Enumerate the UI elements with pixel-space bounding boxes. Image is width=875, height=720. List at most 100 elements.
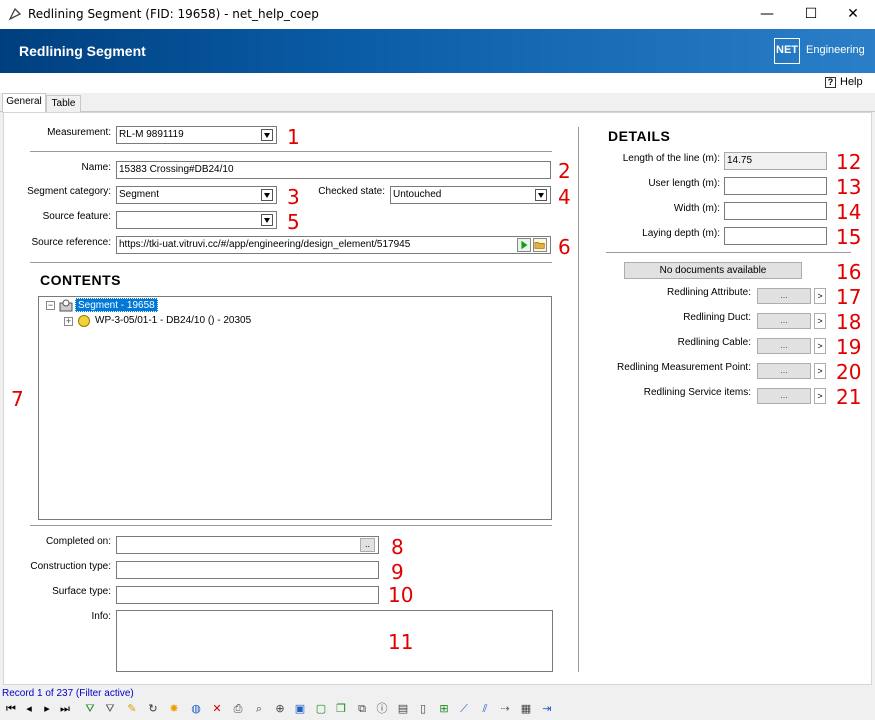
- help-bar: ? Help: [0, 73, 875, 93]
- marker-4: 4: [558, 185, 571, 209]
- segment-category-select[interactable]: Segment: [116, 186, 277, 204]
- add-object-icon[interactable]: ⊞: [436, 701, 452, 717]
- print-icon[interactable]: ⎙: [230, 701, 246, 717]
- connect-icon[interactable]: ⇢: [497, 701, 513, 717]
- chevron-down-icon[interactable]: [261, 189, 273, 201]
- date-picker-button[interactable]: ..: [360, 538, 375, 552]
- divider: [30, 525, 552, 526]
- prev-record-icon[interactable]: ◂: [21, 701, 37, 717]
- completed-on-field[interactable]: ..: [116, 536, 379, 554]
- app-icon: [8, 7, 22, 21]
- select-icon[interactable]: ▣: [292, 701, 308, 717]
- redlining-service-items-label: Redlining Service items:: [643, 387, 751, 398]
- laying-depth-field[interactable]: [724, 227, 827, 245]
- chevron-down-icon[interactable]: [535, 189, 547, 201]
- divider: [606, 252, 851, 253]
- line-tool-icon[interactable]: ⟋: [456, 701, 472, 717]
- form-header: Redlining Segment NET Engineering: [0, 29, 875, 73]
- last-record-icon[interactable]: ⏭: [57, 701, 73, 717]
- folder-icon[interactable]: [533, 238, 547, 252]
- redlining-service-items-open-button[interactable]: >: [814, 388, 826, 404]
- measurement-select[interactable]: RL-M 9891119: [116, 126, 277, 144]
- add-filter-icon[interactable]: ⛛: [82, 701, 98, 717]
- minimize-button[interactable]: —: [745, 0, 789, 29]
- redlining-measurement-point-open-button[interactable]: >: [814, 363, 826, 379]
- table-icon[interactable]: ▦: [518, 701, 534, 717]
- segment-category-label: Segment category:: [27, 186, 111, 197]
- split-icon[interactable]: ⫽: [477, 701, 493, 717]
- tree-node-work-package[interactable]: WP-3-05/01-1 - DB24/10 () - 20305: [95, 314, 251, 328]
- completed-on-label: Completed on:: [45, 536, 111, 547]
- checked-state-value: Untouched: [393, 189, 442, 200]
- info-icon[interactable]: ⓘ: [374, 701, 390, 717]
- construction-type-field[interactable]: [116, 561, 379, 579]
- redlining-service-items-button[interactable]: ...: [757, 388, 811, 404]
- contents-tree[interactable]: − Segment - 19658 + WP-3-05/01-1 - DB24/…: [38, 296, 552, 520]
- details-title: DETAILS: [608, 128, 671, 144]
- redlining-duct-open-button[interactable]: >: [814, 313, 826, 329]
- zoom-icon[interactable]: ⊕: [272, 701, 288, 717]
- info-label: Info:: [91, 611, 111, 622]
- divider: [30, 262, 552, 263]
- redlining-cable-button[interactable]: ...: [757, 338, 811, 354]
- marker-16: 16: [836, 260, 862, 284]
- source-reference-field[interactable]: https://tki-uat.vitruvi.cc/#/app/enginee…: [116, 236, 551, 254]
- help-link[interactable]: Help: [840, 76, 863, 88]
- first-record-icon[interactable]: ⏮: [3, 701, 19, 717]
- checked-state-select[interactable]: Untouched: [390, 186, 551, 204]
- window-title-bar: Redlining Segment (FID: 19658) - net_hel…: [0, 0, 875, 29]
- highlight-icon[interactable]: ✸: [166, 701, 182, 717]
- refresh-icon[interactable]: ↻: [145, 701, 161, 717]
- report-icon[interactable]: ▤: [395, 701, 411, 717]
- next-record-icon[interactable]: ▸: [39, 701, 55, 717]
- tree-node-segment[interactable]: Segment - 19658: [75, 298, 158, 312]
- document-icon[interactable]: ▯: [415, 701, 431, 717]
- duplicate-icon[interactable]: ❐: [333, 701, 349, 717]
- redlining-cable-open-button[interactable]: >: [814, 338, 826, 354]
- maximize-button[interactable]: ☐: [789, 0, 833, 29]
- redlining-attribute-open-button[interactable]: >: [814, 288, 826, 304]
- filter-icon[interactable]: ⛛: [102, 701, 118, 717]
- name-field[interactable]: 15383 Crossing#DB24/10: [116, 161, 551, 179]
- redlining-attribute-button[interactable]: ...: [757, 288, 811, 304]
- globe-icon[interactable]: ◍: [188, 701, 204, 717]
- marker-21: 21: [836, 385, 862, 409]
- length-line-field: 14.75: [724, 152, 827, 170]
- zoom-select-icon[interactable]: ⌕: [251, 701, 267, 717]
- tab-strip: General Table: [0, 93, 875, 113]
- redlining-measurement-point-label: Redlining Measurement Point:: [617, 362, 751, 373]
- close-button[interactable]: ✕: [831, 0, 875, 29]
- marker-1: 1: [287, 125, 300, 149]
- exit-icon[interactable]: ⇥: [539, 701, 555, 717]
- edit-icon[interactable]: ✎: [124, 701, 140, 717]
- segment-icon: [59, 299, 73, 312]
- length-line-label: Length of the line (m):: [622, 153, 720, 164]
- redlining-duct-label: Redlining Duct:: [683, 312, 751, 323]
- delete-icon[interactable]: ✕: [209, 701, 225, 717]
- tab-general[interactable]: General: [2, 93, 46, 113]
- marker-10: 10: [388, 583, 414, 607]
- chevron-down-icon[interactable]: [261, 129, 273, 141]
- help-icon[interactable]: ?: [825, 77, 836, 88]
- marker-14: 14: [836, 200, 862, 224]
- width-field[interactable]: [724, 202, 827, 220]
- segment-category-value: Segment: [119, 189, 160, 200]
- user-length-field[interactable]: [724, 177, 827, 195]
- chevron-down-icon[interactable]: [261, 214, 273, 226]
- laying-depth-label: Laying depth (m):: [642, 228, 720, 239]
- expand-icon[interactable]: +: [64, 317, 73, 326]
- surface-type-field[interactable]: [116, 586, 379, 604]
- redlining-measurement-point-button[interactable]: ...: [757, 363, 811, 379]
- open-link-icon[interactable]: [517, 238, 531, 252]
- no-documents-button[interactable]: No documents available: [624, 262, 802, 279]
- redlining-duct-button[interactable]: ...: [757, 313, 811, 329]
- source-feature-select[interactable]: [116, 211, 277, 229]
- source-reference-value: https://tki-uat.vitruvi.cc/#/app/enginee…: [119, 239, 411, 250]
- collapse-icon[interactable]: −: [46, 301, 55, 310]
- info-textarea[interactable]: [116, 610, 553, 672]
- tab-table[interactable]: Table: [46, 95, 81, 112]
- bottom-toolbar: ⏮ ◂ ▸ ⏭ ⛛ ⛛ ✎ ↻ ✸ ◍ ✕ ⎙ ⌕ ⊕ ▣ ▢ ❐ ⧉ ⓘ ▤ …: [0, 699, 875, 720]
- marker-18: 18: [836, 310, 862, 334]
- merge-icon[interactable]: ⧉: [354, 701, 370, 717]
- copy-icon[interactable]: ▢: [313, 701, 329, 717]
